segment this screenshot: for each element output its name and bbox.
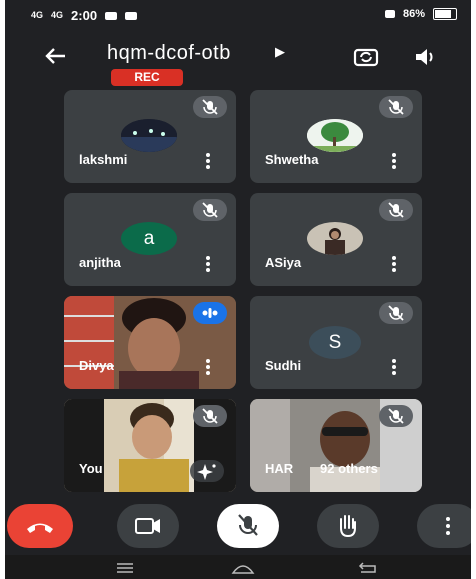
- end-call-button[interactable]: [7, 504, 73, 548]
- meeting-code[interactable]: hqm-dcof-otb: [107, 42, 231, 65]
- battery-icon: [433, 8, 457, 20]
- menu-lines-icon: [117, 563, 133, 573]
- notification-icon: [105, 11, 118, 20]
- participant-tile[interactable]: HAR 92 others: [250, 399, 422, 492]
- battery-percent: 86%: [402, 8, 425, 20]
- status-right: 86%: [384, 8, 457, 20]
- home-icon: [231, 565, 255, 574]
- effects-button[interactable]: [190, 460, 224, 482]
- mic-off-icon: [193, 199, 227, 221]
- participant-name: Sudhi: [265, 358, 302, 373]
- avatar: [307, 222, 363, 255]
- top-bar: hqm-dcof-otb ▶ REC: [5, 36, 471, 86]
- clock: 2:00: [71, 8, 98, 23]
- caret-right-icon[interactable]: ▶: [275, 44, 285, 60]
- back-nav-button[interactable]: [357, 561, 379, 579]
- others-count[interactable]: 92 others: [320, 461, 378, 476]
- system-nav-bar: [5, 555, 471, 579]
- participant-name: anjitha: [79, 255, 121, 270]
- speaker-icon: [416, 49, 433, 65]
- participant-tile[interactable]: a anjitha: [64, 193, 236, 286]
- hang-up-icon: [27, 523, 53, 533]
- participant-name: Shwetha: [265, 152, 319, 167]
- more-vert-icon[interactable]: [206, 359, 210, 375]
- participant-name: ASiya: [265, 255, 302, 270]
- signal-2: 4G: [51, 10, 64, 20]
- switch-camera-icon: [353, 48, 379, 67]
- call-controls: [5, 500, 471, 552]
- camera-toggle-button[interactable]: [117, 504, 179, 548]
- audio-output-button[interactable]: [413, 46, 439, 68]
- recording-badge: REC: [111, 69, 183, 86]
- signal-1: 4G: [31, 10, 44, 20]
- video-camera-icon: [135, 518, 160, 534]
- participant-name: You: [79, 461, 103, 476]
- message-icon: [125, 11, 138, 20]
- participant-tile[interactable]: ASiya: [250, 193, 422, 286]
- vibrate-icon: [384, 10, 395, 18]
- avatar-letter: S: [309, 326, 361, 359]
- avatar: [307, 119, 363, 152]
- recents-button[interactable]: [115, 561, 135, 579]
- mic-off-icon: [379, 405, 413, 427]
- raise-hand-button[interactable]: [317, 504, 379, 548]
- back-button[interactable]: [43, 44, 67, 70]
- status-left: 4G 4G 2:00: [31, 8, 138, 23]
- mic-off-icon: [193, 405, 227, 427]
- mic-off-icon: [379, 199, 413, 221]
- more-vert-icon[interactable]: [392, 256, 396, 272]
- more-vert-icon: [446, 517, 450, 535]
- participant-name: Divya: [79, 358, 114, 373]
- mic-off-icon: [193, 96, 227, 118]
- self-view-tile[interactable]: You: [64, 399, 236, 492]
- participant-tile[interactable]: lakshmi: [64, 90, 236, 183]
- participant-tile[interactable]: S Sudhi: [250, 296, 422, 389]
- home-button[interactable]: [230, 561, 256, 579]
- mic-off-icon: [238, 514, 258, 536]
- more-vert-icon[interactable]: [206, 153, 210, 169]
- back-icon: [358, 562, 376, 573]
- meet-screen: 4G 4G 2:00 86% hqm-dcof-otb ▶ REC lakshm…: [5, 0, 471, 579]
- more-options-button[interactable]: [417, 504, 471, 548]
- participant-name: HAR: [265, 461, 294, 476]
- switch-camera-button[interactable]: [353, 46, 379, 68]
- more-vert-icon[interactable]: [392, 359, 396, 375]
- sparkle-icon: [197, 464, 216, 480]
- participant-tile[interactable]: Divya: [64, 296, 236, 389]
- avatar: [121, 119, 177, 152]
- speaking-indicator-icon: [193, 302, 227, 324]
- status-bar: 4G 4G 2:00 86%: [5, 0, 471, 30]
- mic-off-icon: [379, 302, 413, 324]
- more-vert-icon[interactable]: [392, 153, 396, 169]
- hand-icon: [340, 515, 356, 538]
- arrow-left-icon: [45, 48, 65, 64]
- participant-name: lakshmi: [79, 152, 128, 167]
- mic-toggle-button[interactable]: [217, 504, 279, 548]
- mic-off-icon: [379, 96, 413, 118]
- avatar-letter: a: [121, 222, 177, 255]
- more-vert-icon[interactable]: [206, 256, 210, 272]
- participant-tile[interactable]: Shwetha: [250, 90, 422, 183]
